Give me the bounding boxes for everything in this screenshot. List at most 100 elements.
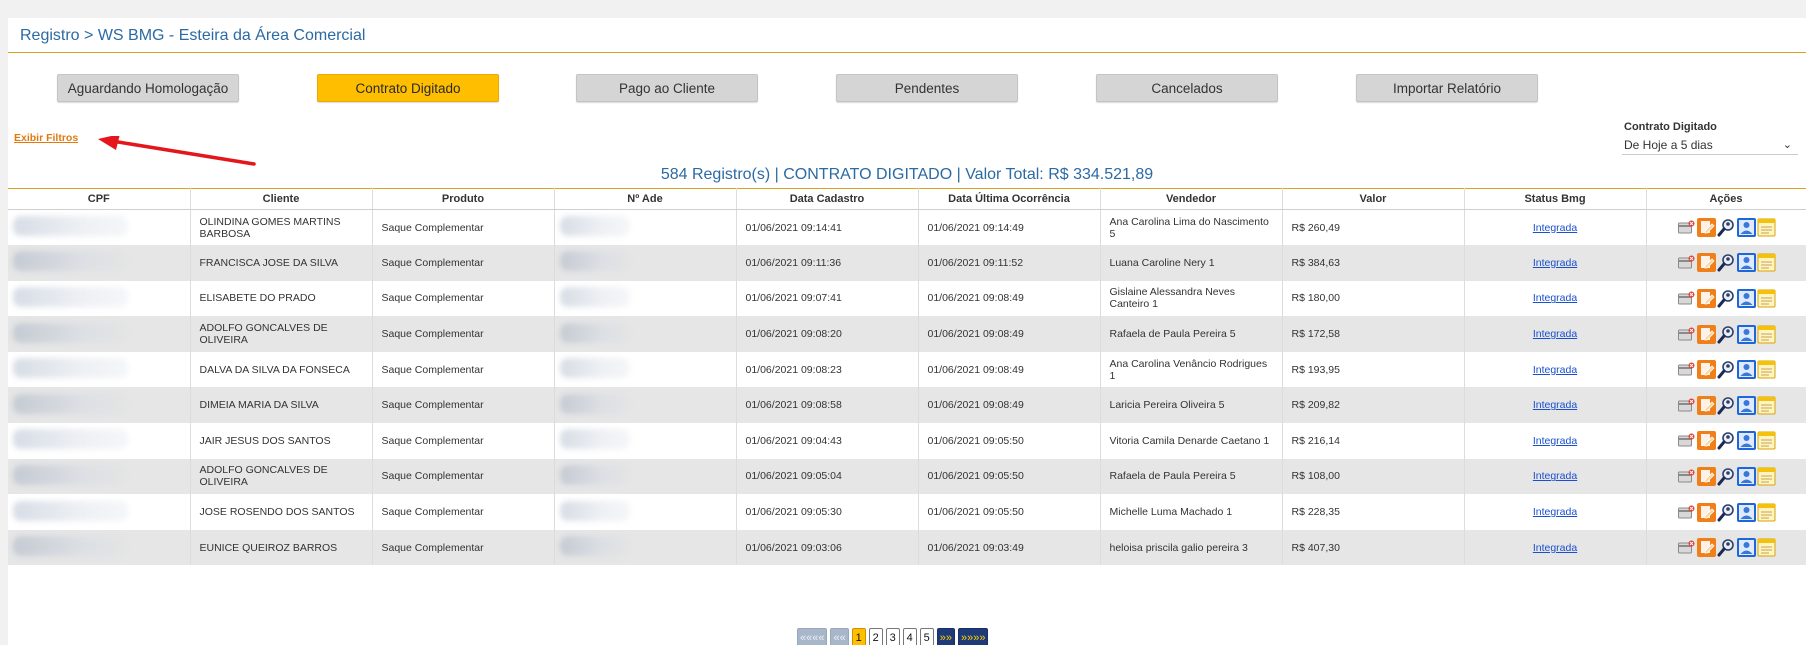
page-1-button[interactable]: 1 (851, 628, 866, 645)
edit-document-icon[interactable] (1696, 466, 1716, 486)
edit-document-icon[interactable] (1696, 288, 1716, 308)
card-remove-icon[interactable] (1677, 218, 1696, 237)
user-profile-icon[interactable] (1736, 253, 1756, 273)
status-link[interactable]: Integrada (1533, 399, 1577, 411)
redacted-cpf (13, 251, 128, 272)
search-user-icon[interactable] (1717, 218, 1736, 237)
user-profile-icon[interactable] (1736, 466, 1756, 486)
notes-icon[interactable] (1757, 218, 1776, 237)
user-profile-icon[interactable] (1736, 218, 1756, 238)
card-remove-icon[interactable] (1677, 503, 1696, 522)
user-profile-icon[interactable] (1736, 288, 1756, 308)
notes-icon[interactable] (1757, 538, 1776, 557)
tab-aguardando-homologacao[interactable]: Aguardando Homologação (57, 74, 239, 102)
table-row[interactable]: JOSE ROSENDO DOS SANTOS Saque Complementa… (8, 494, 1806, 530)
page-4-button[interactable]: 4 (902, 628, 917, 645)
search-user-icon[interactable] (1717, 253, 1736, 272)
edit-document-icon[interactable] (1696, 502, 1716, 522)
col-header-vendedor[interactable]: Vendedor (1100, 188, 1283, 210)
user-profile-icon[interactable] (1736, 538, 1756, 558)
col-header-ade[interactable]: Nº Ade (554, 188, 737, 210)
table-row[interactable]: ADOLFO GONCALVES DE OLIVEIRA Saque Comple… (8, 316, 1806, 352)
table-row[interactable]: ADOLFO GONCALVES DE OLIVEIRA Saque Comple… (8, 458, 1806, 495)
card-remove-icon[interactable] (1677, 253, 1696, 272)
user-profile-icon[interactable] (1736, 360, 1756, 380)
card-remove-icon[interactable] (1677, 289, 1696, 308)
edit-document-icon[interactable] (1696, 538, 1716, 558)
status-link[interactable]: Integrada (1533, 435, 1577, 447)
notes-icon[interactable] (1757, 396, 1776, 415)
search-user-icon[interactable] (1717, 503, 1736, 522)
search-user-icon[interactable] (1717, 467, 1736, 486)
status-link[interactable]: Integrada (1533, 292, 1577, 304)
period-select[interactable]: De Hoje a 5 dias ⌄ (1622, 135, 1798, 155)
search-user-icon[interactable] (1717, 360, 1736, 379)
card-remove-icon[interactable] (1677, 538, 1696, 557)
row-actions (1647, 502, 1806, 522)
edit-document-icon[interactable] (1696, 218, 1716, 238)
col-header-produto[interactable]: Produto (372, 188, 555, 210)
table-row[interactable]: ELISABETE DO PRADO Saque Complementar 01/0… (8, 280, 1806, 317)
col-header-cliente[interactable]: Cliente (190, 188, 373, 210)
edit-document-icon[interactable] (1696, 253, 1716, 273)
user-profile-icon[interactable] (1736, 395, 1756, 415)
tab-cancelados[interactable]: Cancelados (1096, 74, 1278, 102)
card-remove-icon[interactable] (1677, 431, 1696, 450)
notes-icon[interactable] (1757, 431, 1776, 450)
cliente-cell: EUNICE QUEIROZ BARROS (190, 529, 373, 566)
status-link[interactable]: Integrada (1533, 506, 1577, 518)
tab-pago-ao-cliente[interactable]: Pago ao Cliente (576, 74, 758, 102)
next-page-button[interactable]: »» (936, 628, 955, 645)
edit-document-icon[interactable] (1696, 360, 1716, 380)
edit-document-icon[interactable] (1696, 324, 1716, 344)
tab-importar-relatorio[interactable]: Importar Relatório (1356, 74, 1538, 102)
notes-icon[interactable] (1757, 325, 1776, 344)
notes-icon[interactable] (1757, 253, 1776, 272)
user-profile-icon[interactable] (1736, 431, 1756, 451)
prev-page-button[interactable]: «« (830, 628, 849, 645)
notes-icon[interactable] (1757, 289, 1776, 308)
table-row[interactable]: OLINDINA GOMES MARTINS BARBOSA Saque Comp… (8, 209, 1806, 246)
card-remove-icon[interactable] (1677, 360, 1696, 379)
col-header-valor[interactable]: Valor (1282, 188, 1465, 210)
card-remove-icon[interactable] (1677, 396, 1696, 415)
search-user-icon[interactable] (1717, 289, 1736, 308)
status-link[interactable]: Integrada (1533, 542, 1577, 554)
status-link[interactable]: Integrada (1533, 364, 1577, 376)
search-user-icon[interactable] (1717, 431, 1736, 450)
table-row[interactable]: FRANCISCA JOSE DA SILVA Saque Complementa… (8, 245, 1806, 281)
status-link[interactable]: Integrada (1533, 328, 1577, 340)
show-filters-link[interactable]: Exibir Filtros (14, 132, 78, 144)
table-row[interactable]: JAIR JESUS DOS SANTOS Saque Complementar 0… (8, 423, 1806, 459)
page-2-button[interactable]: 2 (868, 628, 883, 645)
tab-pendentes[interactable]: Pendentes (836, 74, 1018, 102)
col-header-status[interactable]: Status Bmg (1464, 188, 1647, 210)
actions-cell (1646, 529, 1806, 566)
table-row[interactable]: EUNICE QUEIROZ BARROS Saque Complementar 0… (8, 529, 1806, 566)
table-row[interactable]: DALVA DA SILVA DA FONSECA Saque Complemen… (8, 351, 1806, 388)
edit-document-icon[interactable] (1696, 431, 1716, 451)
user-profile-icon[interactable] (1736, 324, 1756, 344)
page-5-button[interactable]: 5 (919, 628, 934, 645)
edit-document-icon[interactable] (1696, 395, 1716, 415)
status-link[interactable]: Integrada (1533, 470, 1577, 482)
card-remove-icon[interactable] (1677, 325, 1696, 344)
first-page-button[interactable]: «««« (797, 628, 828, 645)
notes-icon[interactable] (1757, 467, 1776, 486)
page-3-button[interactable]: 3 (885, 628, 900, 645)
search-user-icon[interactable] (1717, 538, 1736, 557)
tab-contrato-digitado[interactable]: Contrato Digitado (317, 74, 499, 102)
table-row[interactable]: DIMEIA MARIA DA SILVA Saque Complementar 0… (8, 387, 1806, 424)
notes-icon[interactable] (1757, 503, 1776, 522)
col-header-data-ocorrencia[interactable]: Data Última Ocorrência (918, 188, 1101, 210)
last-page-button[interactable]: »»»» (957, 628, 989, 645)
status-link[interactable]: Integrada (1533, 222, 1577, 234)
card-remove-icon[interactable] (1677, 467, 1696, 486)
search-user-icon[interactable] (1717, 325, 1736, 344)
col-header-data-cadastro[interactable]: Data Cadastro (736, 188, 919, 210)
user-profile-icon[interactable] (1736, 502, 1756, 522)
status-link[interactable]: Integrada (1533, 257, 1577, 269)
search-user-icon[interactable] (1717, 396, 1736, 415)
col-header-cpf[interactable]: CPF (8, 188, 191, 210)
notes-icon[interactable] (1757, 360, 1776, 379)
